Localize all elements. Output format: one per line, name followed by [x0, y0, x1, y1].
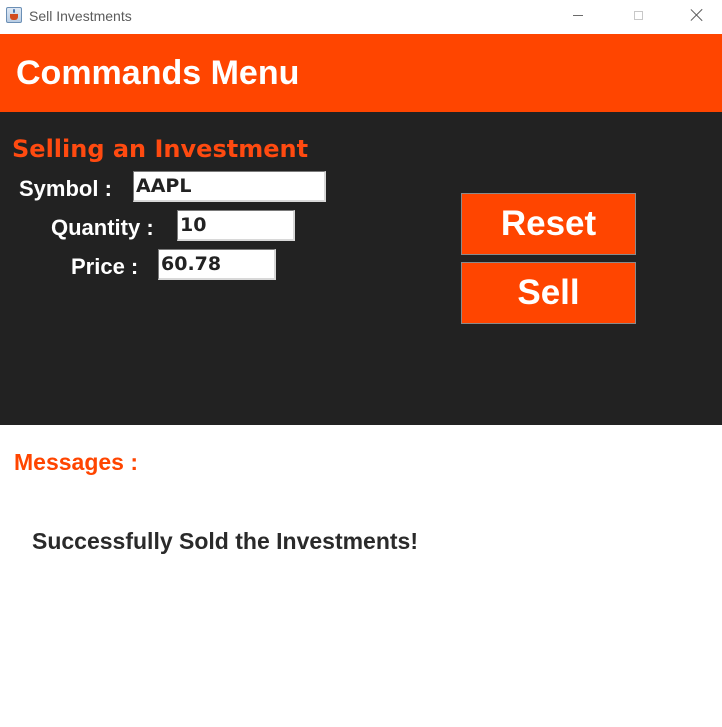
maximize-icon: [633, 10, 643, 20]
reset-button[interactable]: Reset: [461, 193, 636, 255]
page-title: Commands Menu: [16, 54, 300, 92]
messages-label: Messages :: [14, 449, 139, 475]
header-bar: Commands Menu: [0, 34, 722, 112]
close-icon: [690, 8, 704, 22]
price-input[interactable]: 60.78: [158, 249, 276, 280]
price-label: Price :: [71, 254, 139, 279]
symbol-input[interactable]: AAPL: [133, 171, 326, 202]
quantity-label: Quantity :: [51, 215, 154, 240]
symbol-label: Symbol :: [19, 176, 112, 201]
maximize-button[interactable]: [615, 0, 661, 30]
java-cup-icon: [6, 7, 22, 23]
minimize-button[interactable]: [555, 0, 601, 30]
sell-investments-window: Sell Investments Commands Menu Selling a…: [0, 0, 722, 727]
section-title: Selling an Investment: [12, 135, 309, 163]
close-button[interactable]: [674, 0, 720, 30]
quantity-input[interactable]: 10: [177, 210, 295, 241]
status-message: Successfully Sold the Investments!: [32, 528, 419, 554]
window-title: Sell Investments: [29, 8, 132, 24]
minimize-icon: [573, 14, 583, 16]
title-bar: Sell Investments: [0, 0, 722, 33]
sell-button[interactable]: Sell: [461, 262, 636, 324]
